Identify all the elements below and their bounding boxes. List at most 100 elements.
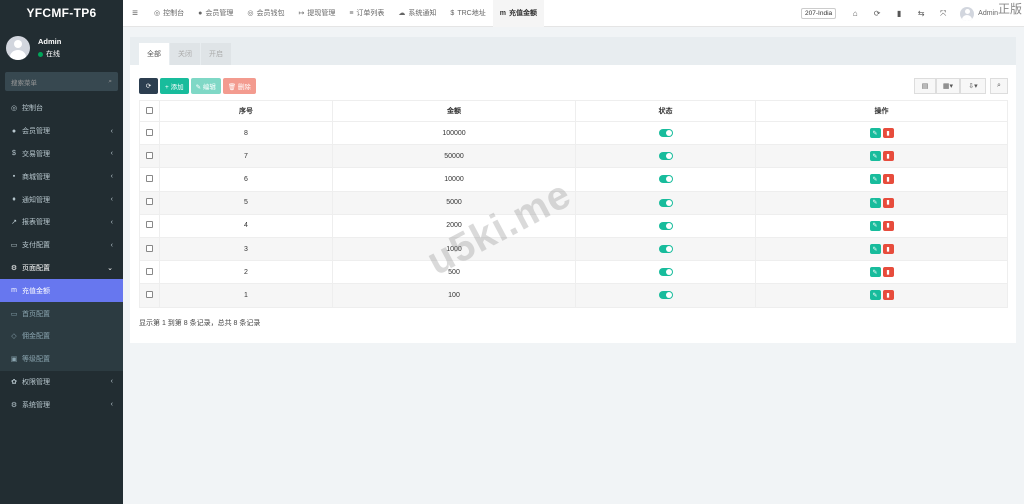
- menu-toggle-icon[interactable]: ≡: [123, 8, 147, 19]
- cell-id: 5: [159, 190, 333, 215]
- columns-icon[interactable]: ▦▾: [936, 78, 960, 94]
- table-row[interactable]: 7 50000 ✎ ▮: [139, 144, 1008, 169]
- refresh-button[interactable]: ⟳: [139, 78, 158, 94]
- tab-closed[interactable]: 关闭: [170, 43, 200, 65]
- trash-icon[interactable]: ▮: [888, 9, 910, 18]
- export-icon[interactable]: ⇩▾: [960, 78, 986, 94]
- row-delete-button[interactable]: ▮: [882, 151, 894, 162]
- nav-tab-trc-address[interactable]: $ TRC地址: [443, 0, 492, 27]
- row-checkbox[interactable]: [146, 267, 153, 275]
- status-toggle[interactable]: [658, 221, 673, 230]
- sidebar-item-commission-config[interactable]: ◇ 佣金配置: [0, 324, 123, 348]
- table-row[interactable]: 8 100000 ✎ ▮: [139, 120, 1008, 146]
- row-checkbox[interactable]: [146, 151, 153, 159]
- status-toggle[interactable]: [658, 198, 673, 207]
- table-row[interactable]: 4 2000 ✎ ▮: [139, 213, 1008, 238]
- tab-all[interactable]: 全部: [139, 43, 169, 65]
- col-amount[interactable]: 金额: [332, 100, 576, 122]
- row-checkbox[interactable]: [146, 290, 153, 298]
- user-icon: ●: [11, 127, 17, 135]
- sidebar-item-system[interactable]: ⚙ 系统管理 ‹: [0, 393, 123, 416]
- nav-tab-members[interactable]: ● 会员管理: [191, 0, 240, 27]
- sidebar-item-trades[interactable]: $ 交易管理 ‹: [0, 143, 123, 166]
- refresh-icon[interactable]: ⟳: [866, 9, 888, 18]
- toggle-view-icon[interactable]: ▤: [914, 78, 936, 94]
- row-checkbox[interactable]: [146, 174, 153, 182]
- sidebar-item-shop[interactable]: ▪ 商城管理 ‹: [0, 165, 123, 188]
- sidebar-item-recharge-amount[interactable]: m 充值金额: [0, 279, 123, 303]
- row-delete-button[interactable]: ▮: [882, 128, 894, 139]
- tab-open[interactable]: 开启: [201, 43, 231, 65]
- home-icon[interactable]: ⌂: [844, 9, 866, 18]
- row-checkbox[interactable]: [146, 198, 153, 206]
- sidebar-item-payment[interactable]: ▭ 支付配置 ‹: [0, 234, 123, 257]
- gear-icon: ⚙: [10, 264, 18, 272]
- message-icon: ☁: [398, 10, 406, 17]
- sidebar-item-reports[interactable]: ↗ 报表管理 ‹: [0, 211, 123, 234]
- wallet-icon: ◎: [247, 10, 254, 17]
- sidebar-item-home-config[interactable]: ▭ 首页配置: [0, 302, 123, 325]
- header-avatar[interactable]: [960, 6, 975, 21]
- status-toggle[interactable]: [658, 268, 673, 277]
- row-edit-button[interactable]: ✎: [869, 220, 881, 231]
- row-checkbox[interactable]: [146, 221, 153, 229]
- row-checkbox[interactable]: [146, 244, 153, 252]
- top-navbar: ≡ ◎ 控制台 ● 会员管理 ◎ 会员钱包 ↦ 提现管理 ≡ 订单列表 ☁ 系统通知 $ TR…: [123, 0, 1024, 27]
- nav-tab-notices[interactable]: ☁ 系统通知: [391, 0, 443, 27]
- row-edit-button[interactable]: ✎: [869, 174, 881, 185]
- nav-tab-orders[interactable]: ≡ 订单列表: [342, 0, 391, 27]
- add-button[interactable]: + 添加: [160, 78, 189, 94]
- status-toggle[interactable]: [658, 175, 673, 184]
- header-admin-name[interactable]: Admin: [978, 10, 998, 17]
- table-row[interactable]: 3 1000 ✎ ▮: [139, 236, 1008, 262]
- table-row[interactable]: 5 5000 ✎ ▮: [139, 190, 1008, 215]
- cell-id: 6: [159, 167, 333, 192]
- col-status[interactable]: 状态: [575, 100, 756, 122]
- status-toggle[interactable]: [658, 152, 673, 161]
- sidebar-item-level-config[interactable]: ▣ 等级配置: [0, 347, 123, 371]
- sidebar-search-input[interactable]: 搜索菜单 ⌕: [5, 72, 118, 91]
- sidebar-item-notices[interactable]: ♦ 通知管理 ‹: [0, 188, 123, 211]
- row-edit-button[interactable]: ✎: [869, 197, 881, 208]
- select-all-checkbox[interactable]: [146, 106, 153, 114]
- status-toggle[interactable]: [658, 245, 673, 254]
- nav-tab-withdraw[interactable]: ↦ 提现管理: [291, 0, 342, 27]
- table-row[interactable]: 2 500 ✎ ▮: [139, 260, 1008, 285]
- sidebar-item-page-config[interactable]: ⚙ 页面配置 ⌄: [0, 257, 123, 280]
- status-toggle[interactable]: [658, 291, 673, 300]
- row-delete-button[interactable]: ▮: [882, 244, 894, 255]
- app-logo[interactable]: YFCMF-TP6: [0, 0, 123, 26]
- row-delete-button[interactable]: ▮: [882, 267, 894, 278]
- col-id[interactable]: 序号: [159, 100, 333, 122]
- edit-button[interactable]: ✎ 编辑: [190, 78, 221, 94]
- table-row[interactable]: 6 10000 ✎ ▮: [139, 167, 1008, 192]
- search-icon[interactable]: ⌕: [990, 78, 1008, 94]
- user-panel: Admin 在线: [0, 30, 123, 66]
- status-toggle[interactable]: [658, 129, 673, 138]
- row-edit-button[interactable]: ✎: [869, 244, 881, 255]
- row-edit-button[interactable]: ✎: [869, 151, 881, 162]
- fullscreen-icon[interactable]: ⤧: [932, 9, 954, 19]
- sidebar-item-permissions[interactable]: ✿ 权限管理 ‹: [0, 371, 123, 394]
- nav-tab-dashboard[interactable]: ◎ 控制台: [147, 0, 191, 27]
- nav-tab-recharge-amount[interactable]: m 充值金额: [492, 0, 544, 27]
- search-icon[interactable]: ⌕: [108, 78, 112, 86]
- row-delete-button[interactable]: ▮: [882, 290, 894, 301]
- language-icon[interactable]: ⇆: [910, 9, 932, 18]
- sidebar-item-dashboard[interactable]: ◎ 控制台: [0, 97, 123, 120]
- row-delete-button[interactable]: ▮: [882, 174, 894, 185]
- delete-button[interactable]: 🗑 删除: [222, 78, 256, 94]
- row-edit-button[interactable]: ✎: [869, 267, 881, 278]
- row-delete-button[interactable]: ▮: [882, 220, 894, 231]
- corner-label: 正版: [997, 2, 1022, 16]
- table-row[interactable]: 1 100 ✎ ▮: [139, 283, 1008, 308]
- region-button[interactable]: 207-India: [801, 8, 837, 19]
- money-icon: m: [11, 287, 17, 295]
- row-checkbox[interactable]: [146, 128, 153, 136]
- row-edit-button[interactable]: ✎: [869, 128, 881, 139]
- cell-id: 3: [159, 236, 333, 262]
- row-edit-button[interactable]: ✎: [869, 290, 881, 301]
- sidebar-item-members[interactable]: ● 会员管理 ‹: [0, 120, 123, 143]
- nav-tab-wallet[interactable]: ◎ 会员钱包: [240, 0, 291, 27]
- row-delete-button[interactable]: ▮: [882, 197, 894, 208]
